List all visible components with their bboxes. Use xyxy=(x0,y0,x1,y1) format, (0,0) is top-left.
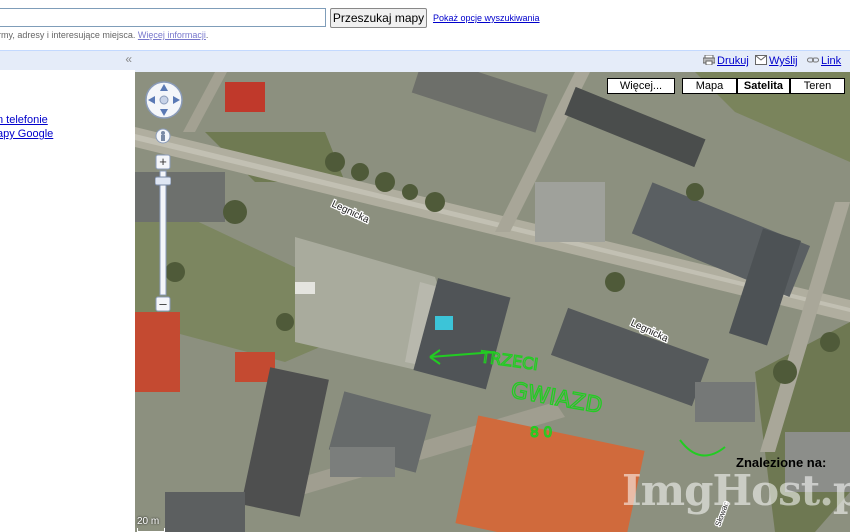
search-hint-period: . xyxy=(205,30,209,40)
pan-center-icon[interactable] xyxy=(159,95,169,105)
map-type-terrain-button[interactable]: Teren xyxy=(790,78,845,94)
collapse-panel-button[interactable]: « xyxy=(125,52,132,66)
print-label: Drukuj xyxy=(717,55,749,67)
google-maps-link[interactable]: apy Google xyxy=(0,127,53,141)
left-panel-header: « xyxy=(0,50,135,70)
map-type-satellite-button[interactable]: Satelita xyxy=(737,78,790,94)
print-link[interactable]: Drukuj xyxy=(703,55,749,67)
red-roof-building xyxy=(225,82,265,112)
map-type-map-button[interactable]: Mapa xyxy=(682,78,737,94)
printer-icon xyxy=(703,55,715,65)
envelope-icon xyxy=(755,55,767,65)
send-link[interactable]: Wyślij xyxy=(755,55,798,67)
annotation-text-3: 8 0 xyxy=(530,425,552,441)
search-input[interactable] xyxy=(0,8,326,27)
map-more-button[interactable]: Więcej... xyxy=(607,78,675,94)
imghost-watermark: ImgHost.pl xyxy=(622,466,850,515)
search-hint: rmy, adresy i interesujące miejsca. Więc… xyxy=(0,30,208,40)
svg-text:+: + xyxy=(159,154,167,169)
search-hint-text: rmy, adresy i interesujące miejsca. xyxy=(0,30,136,40)
link-label: Link xyxy=(821,55,842,67)
more-info-link[interactable]: Więcej informacji xyxy=(138,30,206,40)
scale-bar xyxy=(137,528,165,532)
link-link[interactable]: Link xyxy=(807,55,841,67)
zoom-slider[interactable]: + – xyxy=(155,127,171,315)
scale-label: 20 m xyxy=(137,516,160,527)
chain-link-icon xyxy=(807,57,819,63)
svg-text:–: – xyxy=(159,296,167,311)
zoom-track[interactable] xyxy=(159,170,167,296)
send-label: Wyślij xyxy=(769,55,798,67)
map-toolbar: Drukuj Wyślij Link xyxy=(135,50,850,72)
left-panel-links: n telefonie apy Google xyxy=(0,113,53,141)
pan-control[interactable] xyxy=(144,80,184,120)
show-search-options-link[interactable]: Pokaż opcje wyszukiwania xyxy=(433,13,540,23)
search-maps-button[interactable]: Przeszukaj mapy xyxy=(330,8,427,28)
mobile-maps-link[interactable]: n telefonie xyxy=(0,113,53,127)
zoom-handle[interactable] xyxy=(155,176,171,186)
